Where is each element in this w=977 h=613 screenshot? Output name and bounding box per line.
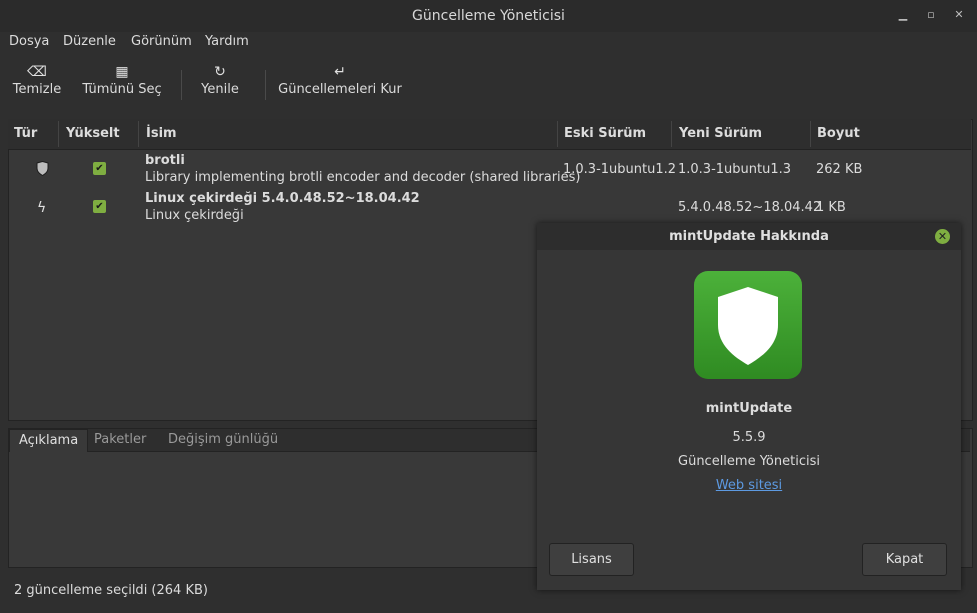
window-title: Güncelleme Yöneticisi <box>412 8 565 24</box>
app-subtitle: Güncelleme Yöneticisi <box>678 454 820 469</box>
header-type[interactable]: Tür <box>14 119 37 149</box>
app-name: mintUpdate <box>705 401 793 416</box>
column-separator <box>138 121 139 147</box>
install-label: Güncellemeleri Kur <box>278 82 402 97</box>
column-separator <box>671 121 672 147</box>
column-separator <box>58 121 59 147</box>
website-link-container: Web sitesi <box>537 478 961 493</box>
new-version: 1.0.3-1ubuntu1.3 <box>678 162 792 177</box>
header-old-version[interactable]: Eski Sürüm <box>564 119 646 149</box>
install-updates-button[interactable]: ↵ Güncellemeleri Kur <box>278 62 402 97</box>
clear-button[interactable]: ⌫ Temizle <box>10 62 64 97</box>
status-text: 2 güncelleme seçildi (264 KB) <box>14 583 208 598</box>
backspace-icon: ⌫ <box>27 64 47 80</box>
menu-view[interactable]: Görünüm <box>131 34 192 49</box>
license-button[interactable]: Lisans <box>549 543 634 576</box>
package-name: Linux çekirdeği 5.4.0.48.52~18.04.42 <box>145 191 420 206</box>
new-version: 5.4.0.48.52~18.04.42 <box>678 200 822 215</box>
header-new-version[interactable]: Yeni Sürüm <box>679 119 762 149</box>
menu-edit[interactable]: Düzenle <box>63 34 116 49</box>
upgrade-checkbox[interactable]: ✔ <box>93 162 106 175</box>
shield-icon <box>718 287 778 365</box>
select-all-label: Tümünü Seç <box>82 82 162 97</box>
refresh-label: Yenile <box>201 82 239 97</box>
menu-file[interactable]: Dosya <box>9 34 49 49</box>
shield-icon <box>36 160 49 180</box>
menu-help[interactable]: Yardım <box>205 34 249 49</box>
old-version: 1.0.3-1ubuntu1.2 <box>563 162 677 177</box>
minimize-icon[interactable]: ▁ <box>896 8 910 22</box>
toolbar-separator <box>265 70 266 100</box>
refresh-icon: ↻ <box>214 64 226 80</box>
clear-label: Temizle <box>12 82 62 97</box>
header-name[interactable]: İsim <box>146 119 177 149</box>
enter-icon: ↵ <box>334 64 346 80</box>
toolbar-separator <box>181 70 182 100</box>
close-button[interactable]: Kapat <box>862 543 947 576</box>
package-description: Library implementing brotli encoder and … <box>145 170 581 185</box>
dialog-title: mintUpdate Hakkında <box>537 223 961 250</box>
dialog-close-icon[interactable]: ✕ <box>935 229 950 244</box>
package-size: 262 KB <box>816 162 863 177</box>
refresh-button[interactable]: ↻ Yenile <box>198 62 242 97</box>
tab-changelog[interactable]: Değişim günlüğü <box>159 429 287 451</box>
select-all-icon: ▦ <box>115 64 129 80</box>
app-logo <box>694 271 802 379</box>
package-size: 1 KB <box>816 200 846 215</box>
header-size[interactable]: Boyut <box>817 119 860 149</box>
app-version: 5.5.9 <box>732 430 766 445</box>
header-upgrade[interactable]: Yükselt <box>66 119 120 149</box>
package-name: brotli <box>145 153 185 168</box>
restore-icon[interactable]: ▫ <box>924 8 938 22</box>
package-description: Linux çekirdeği <box>145 208 244 223</box>
website-link[interactable]: Web sitesi <box>716 478 782 493</box>
tab-description[interactable]: Açıklama <box>9 429 89 452</box>
select-all-button[interactable]: ▦ Tümünü Seç <box>82 62 162 97</box>
column-separator <box>557 121 558 147</box>
close-window-icon[interactable]: ✕ <box>952 8 966 22</box>
column-separator <box>810 121 811 147</box>
tab-packages[interactable]: Paketler <box>85 429 155 451</box>
upgrade-checkbox[interactable]: ✔ <box>93 200 106 213</box>
lightning-icon: ϟ <box>37 200 47 216</box>
